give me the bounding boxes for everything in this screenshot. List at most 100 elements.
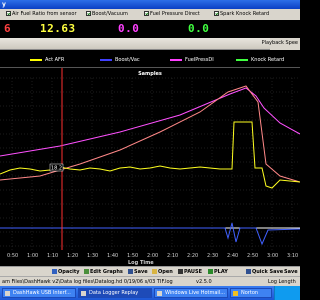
sensor-label: Spark Knock Retard (220, 11, 270, 17)
checkbox-checked-icon[interactable] (86, 11, 91, 16)
chart-title: Samples (138, 71, 162, 77)
windows-taskbar: DashHawk USB Interf... Data Logger Repla… (0, 286, 300, 300)
checkbox-checked-icon[interactable] (144, 11, 149, 16)
edit-graphs-button-label: Edit Graphs (90, 269, 123, 275)
x-tick-label: 1:50 (127, 253, 139, 259)
app-icon (81, 291, 86, 296)
system-tray[interactable] (274, 286, 300, 300)
sensor-label: Fuel Pressure Direct (150, 11, 200, 17)
pause-icon (178, 269, 183, 274)
legend-item-fuelpress: FuelPressDI (170, 57, 214, 63)
status-log-length: Log Length (268, 279, 296, 285)
legend-label: FuelPressDI (185, 57, 214, 63)
window-title: y (2, 1, 6, 8)
readout-afr-prefix: 6 (4, 22, 12, 35)
open-folder-icon (152, 269, 157, 274)
readout-knock: 0.0 (188, 22, 210, 35)
sensor-label: Boost/Vacuum (92, 11, 128, 17)
legend-swatch (30, 58, 42, 61)
log-plot-svg[interactable]: Samples 18.2 (0, 68, 300, 250)
sensor-checkbox-knock[interactable]: Spark Knock Retard (214, 10, 269, 19)
quick-save-button-label: Quick Save (252, 269, 284, 275)
taskbar-item-label: DashHawk USB Interf... (13, 290, 71, 296)
checkbox-checked-icon[interactable] (214, 11, 219, 16)
opacity-icon (52, 269, 57, 274)
x-tick-label: 3:00 (267, 253, 279, 259)
edit-graphs-icon (84, 269, 89, 274)
legend-item-knock: Knock Retard (236, 57, 284, 63)
taskbar-item-datalogger[interactable]: Data Logger Replay (78, 288, 152, 298)
x-axis-bar: 0:50 1:00 1:10 1:20 1:30 1:40 1:50 2:00 2:10 2:20… (0, 250, 300, 266)
x-tick-label: 2:30 (207, 253, 219, 259)
readout-fuel-pressure: 0.0 (118, 22, 140, 35)
app-icon (157, 291, 162, 296)
legend-label: Knock Retard (251, 57, 285, 63)
x-tick-label: 1:10 (47, 253, 59, 259)
pause-button[interactable]: PAUSE (178, 268, 202, 276)
open-button[interactable]: Open (152, 268, 173, 276)
norton-icon (233, 291, 238, 296)
readout-bar: 6 12.63 0.0 0.0 (0, 20, 300, 38)
save-button-2-label: Save (284, 269, 298, 275)
status-bar: am Files\DashHawk v2\Data log files\Data… (0, 276, 300, 286)
status-version: v2.5.0 (196, 279, 212, 285)
opacity-button-label: Opacity (58, 269, 80, 275)
legend-swatch (170, 58, 182, 61)
series-afr-line (0, 121, 300, 189)
opacity-button[interactable]: Opacity (52, 268, 80, 276)
x-tick-label: 2:40 (227, 253, 239, 259)
checkbox-checked-icon[interactable] (6, 11, 11, 16)
legend-item-afr: Act AFR (30, 57, 64, 63)
play-button[interactable]: PLAY (208, 268, 228, 276)
save-button-label: Save (134, 269, 148, 275)
x-tick-label: 1:20 (67, 253, 79, 259)
legend-swatch (100, 58, 112, 61)
save-button[interactable]: Save (128, 268, 148, 276)
play-button-label: PLAY (214, 269, 228, 275)
taskbar-item-norton[interactable]: Norton (230, 288, 272, 298)
pause-button-label: PAUSE (184, 269, 202, 275)
sensor-checkbox-afr[interactable]: Air Fuel Ratio from sensor (6, 10, 77, 19)
x-tick-label: 2:20 (187, 253, 199, 259)
sensor-checkbox-boost[interactable]: Boost/Vacuum (86, 10, 128, 19)
x-tick-label: 1:30 (87, 253, 99, 259)
x-tick-label: 2:00 (147, 253, 159, 259)
playback-speed-label: Playback Spee (261, 40, 298, 46)
x-tick-label: 2:50 (247, 253, 259, 259)
legend-label: Boost/Vac (115, 57, 140, 63)
series-knock-line (0, 222, 300, 246)
readout-afr: 12.63 (40, 22, 76, 35)
sensor-label: Air Fuel Ratio from sensor (12, 11, 77, 17)
chart-legend: Act AFR Boost/Vac FuelPressDI Knock Reta… (0, 50, 300, 68)
sensor-checkbox-fuel-pressure[interactable]: Fuel Pressure Direct (144, 10, 200, 19)
edit-graphs-button[interactable]: Edit Graphs (84, 268, 123, 276)
window-titlebar: y (0, 0, 300, 9)
x-tick-label: 1:00 (27, 253, 39, 259)
play-icon (208, 269, 213, 274)
x-tick-label: 2:10 (167, 253, 179, 259)
taskbar-item-label: Windows Live Hotmail... (165, 290, 225, 296)
legend-label: Act AFR (45, 57, 65, 63)
quick-save-icon (246, 269, 251, 274)
taskbar-item-label: Data Logger Replay (89, 290, 139, 296)
x-tick-label: 1:40 (107, 253, 119, 259)
status-file-path: am Files\DashHawk v2\Data log files\Data… (2, 279, 173, 285)
x-tick-label: 3:10 (287, 253, 299, 259)
taskbar-item-label: Norton (241, 290, 259, 296)
save-icon (128, 269, 133, 274)
playback-slider-track[interactable] (0, 38, 270, 50)
taskbar-item-dashhawk[interactable]: DashHawk USB Interf... (2, 288, 76, 298)
app-icon (5, 291, 10, 296)
save-button-2[interactable]: Save (284, 268, 298, 276)
legend-swatch (236, 58, 248, 61)
x-tick-label: 0:50 (7, 253, 19, 259)
quick-save-button[interactable]: Quick Save (246, 268, 283, 276)
playback-toolbar: Opacity Edit Graphs Save Open PAUSE PLAY… (0, 266, 300, 276)
taskbar-item-hotmail[interactable]: Windows Live Hotmail... (154, 288, 228, 298)
cursor-value-label: 18.2 (51, 166, 62, 172)
sensor-checkbox-bar: Air Fuel Ratio from sensor Boost/Vacuum … (0, 9, 300, 20)
open-button-label: Open (158, 269, 173, 275)
legend-item-boost: Boost/Vac (100, 57, 140, 63)
log-plot-area[interactable]: Samples 18.2 (0, 68, 300, 250)
playback-row: Playback Spee (0, 38, 300, 50)
